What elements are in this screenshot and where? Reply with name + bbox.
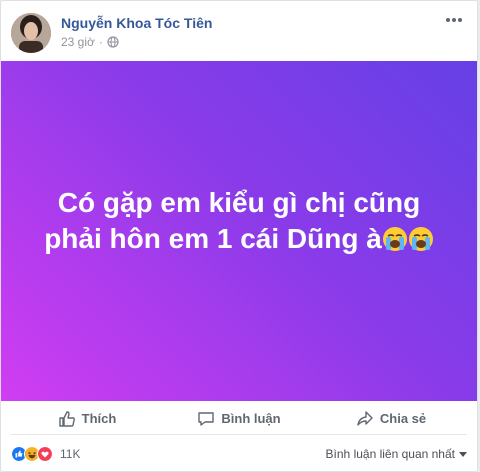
- meta-separator: ·: [98, 35, 103, 49]
- status-message: Có gặp em kiểu gì chị cũng phải hôn em 1…: [31, 185, 447, 257]
- post-footer: 11K Bình luận liên quan nhất: [11, 441, 467, 467]
- comment-sort-dropdown[interactable]: Bình luận liên quan nhất: [326, 447, 467, 461]
- author-avatar[interactable]: [11, 13, 51, 53]
- status-background: Có gặp em kiểu gì chị cũng phải hôn em 1…: [1, 61, 477, 401]
- reaction-count: 11K: [60, 447, 81, 461]
- share-icon: [357, 410, 373, 426]
- post-time[interactable]: 23 giờ: [61, 35, 95, 49]
- globe-icon[interactable]: [107, 36, 119, 48]
- reaction-summary[interactable]: 11K: [11, 446, 80, 462]
- crying-face-icon: [408, 227, 433, 251]
- crying-face-icon: [382, 227, 407, 251]
- like-label: Thích: [81, 411, 117, 426]
- post-header: Nguyễn Khoa Tóc Tiên 23 giờ ·: [11, 9, 467, 53]
- status-text: Có gặp em kiểu gì chị cũng phải hôn em 1…: [44, 187, 421, 254]
- share-button[interactable]: Chia sẻ: [315, 403, 467, 434]
- author-name[interactable]: Nguyễn Khoa Tóc Tiên: [61, 15, 212, 31]
- post-meta: 23 giờ ·: [61, 35, 119, 49]
- comment-sort-label: Bình luận liên quan nhất: [325, 447, 455, 461]
- comment-icon: [198, 411, 215, 426]
- thumbs-up-icon: [58, 410, 75, 427]
- comment-label: Bình luận: [221, 411, 281, 426]
- share-label: Chia sẻ: [379, 411, 427, 426]
- post-card: Nguyễn Khoa Tóc Tiên 23 giờ · Có gặp em …: [0, 0, 478, 472]
- more-options-icon[interactable]: [443, 13, 465, 27]
- love-reaction-icon: [37, 446, 53, 462]
- like-button[interactable]: Thích: [11, 403, 163, 434]
- action-bar: Thích Bình luận Chia sẻ: [11, 403, 467, 435]
- caret-down-icon: [459, 451, 467, 457]
- comment-button[interactable]: Bình luận: [163, 403, 315, 434]
